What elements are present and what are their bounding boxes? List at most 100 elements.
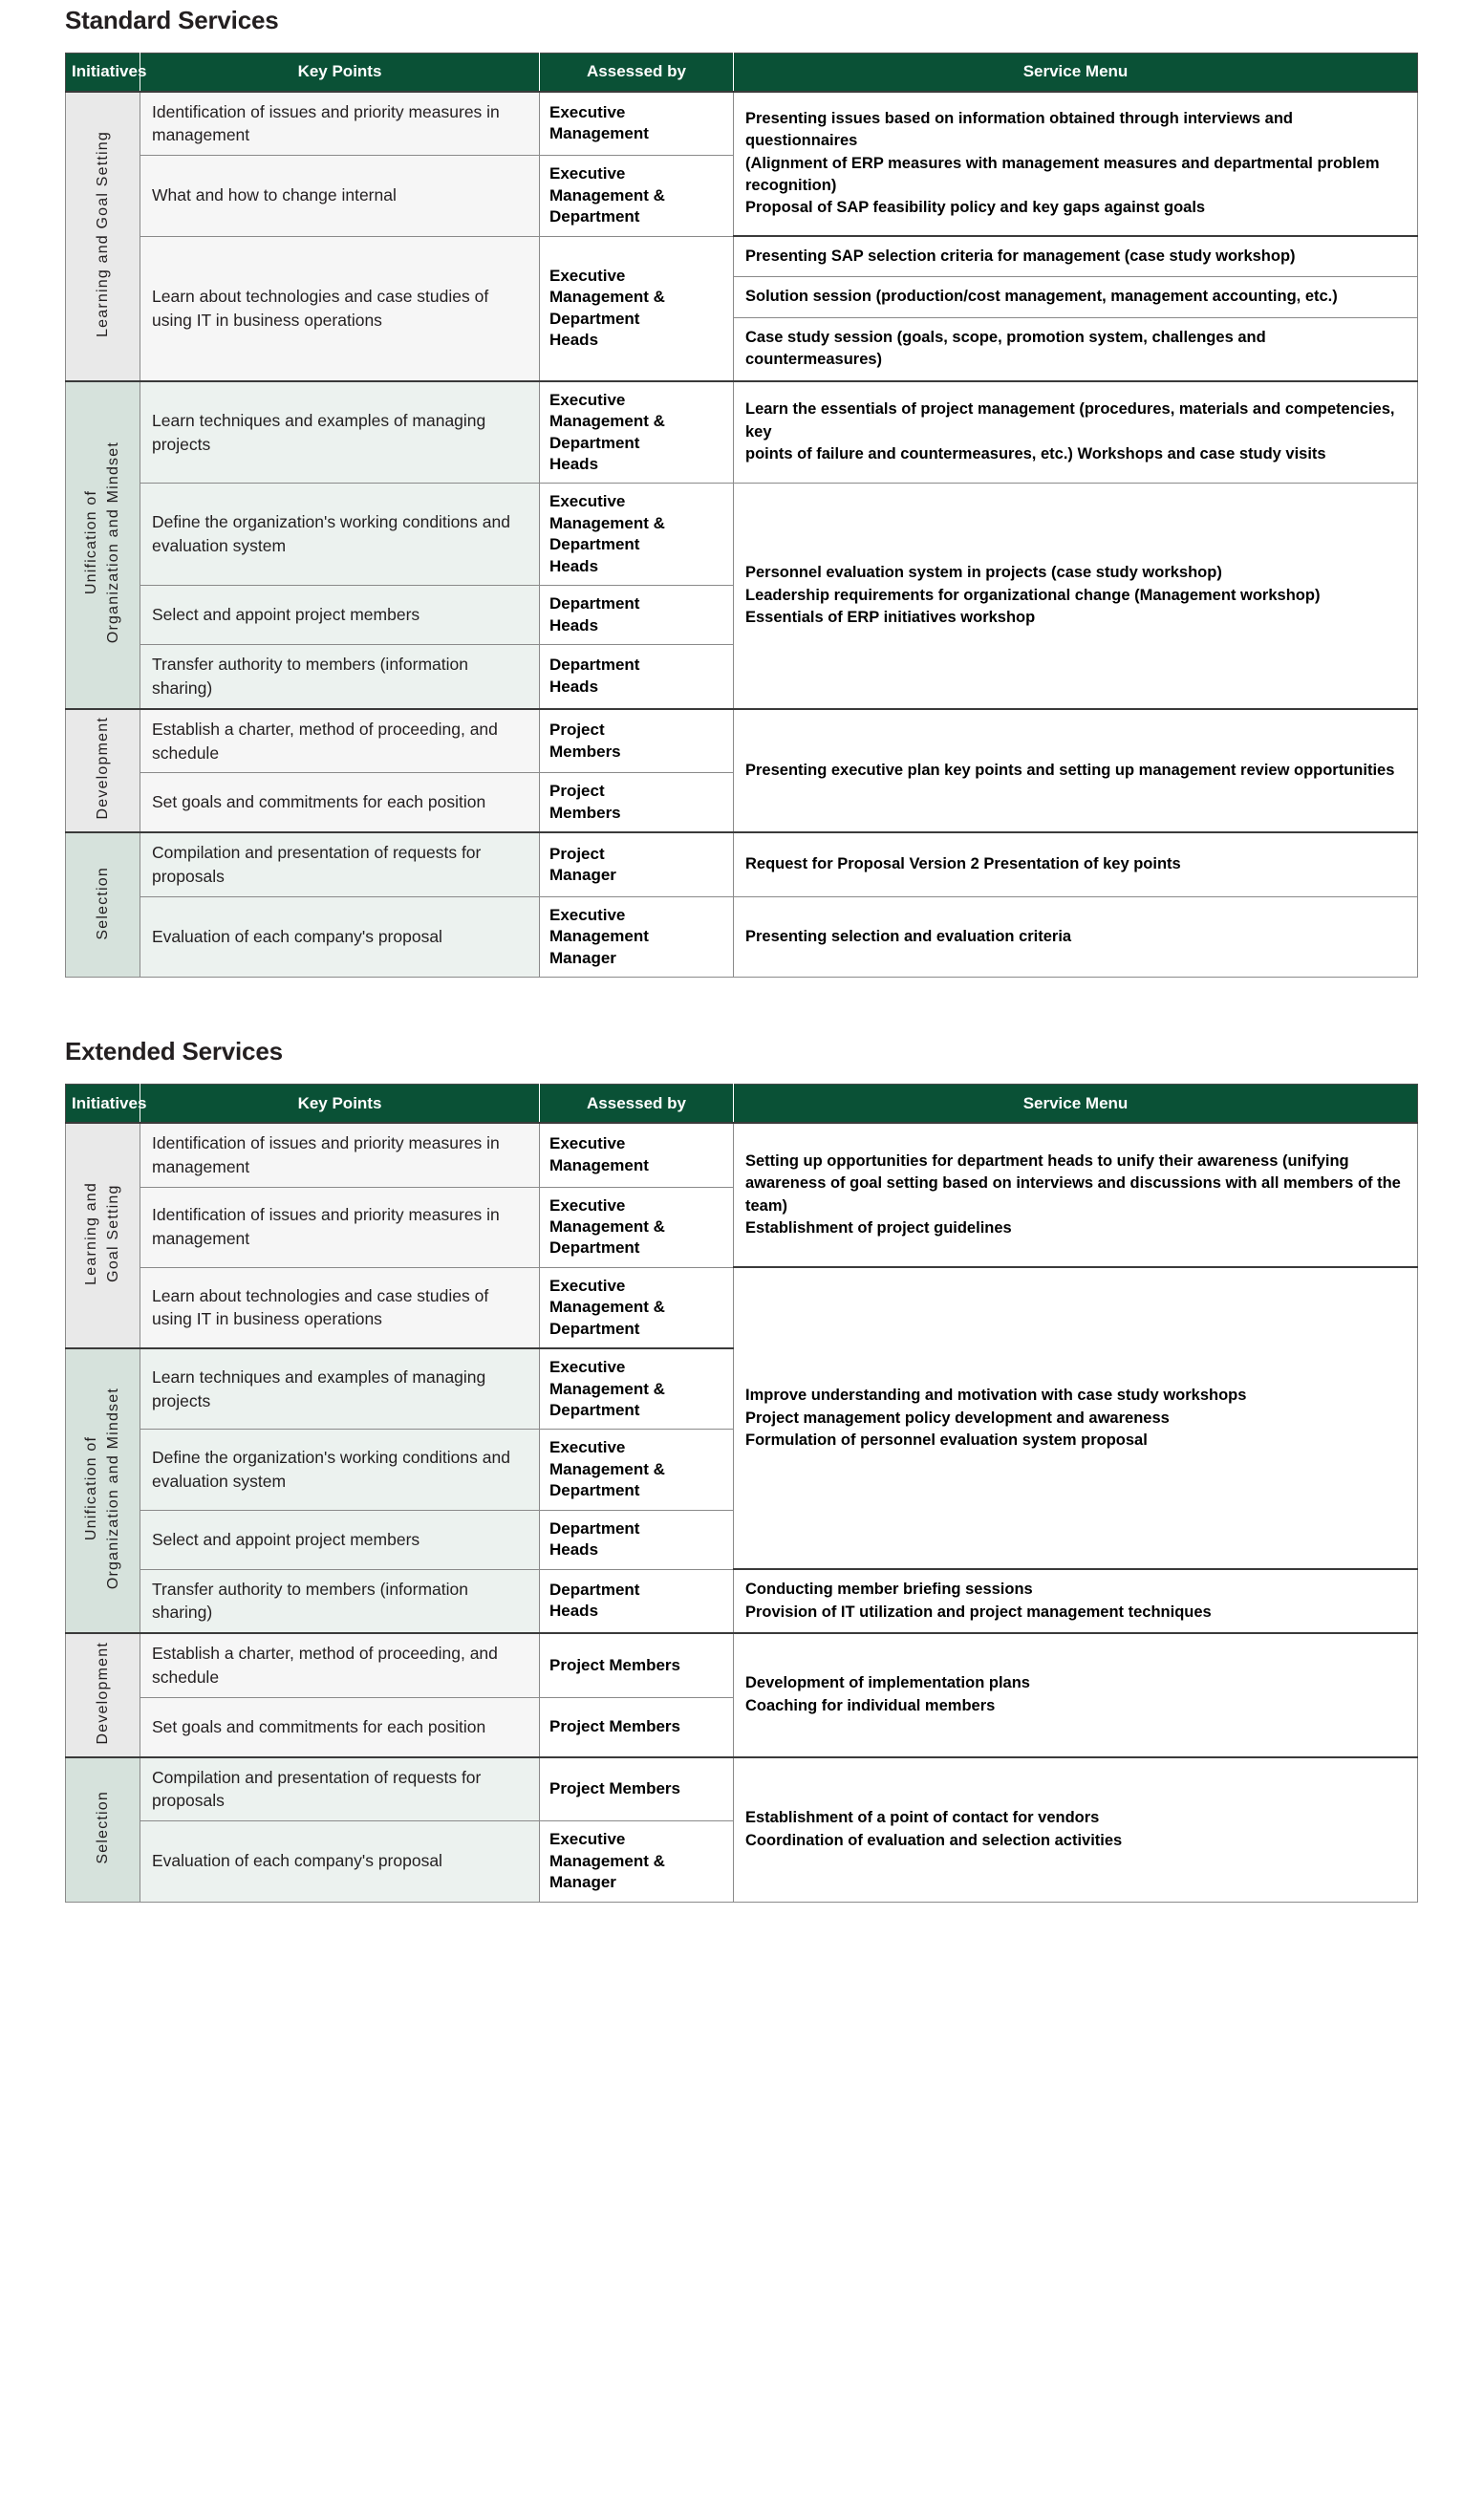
assessed-by-cell: Executive Management & Department [539, 1429, 734, 1511]
assessed-by-cell: Executive Management & Manager [539, 1820, 734, 1903]
key-points-cell: Compilation and presentation of requests… [140, 1755, 540, 1822]
table-header: Initiatives Key Points Assessed by Servi… [65, 53, 1418, 92]
header-row: Initiatives Key Points Assessed by Servi… [65, 53, 1418, 92]
table-row: Selection Compilation and presentation o… [65, 831, 1418, 979]
column-header-assessed-by: Assessed by [539, 53, 734, 92]
initiative-cell: Selection [65, 1755, 140, 1903]
assessed-by-cell: Executive Management & Department [539, 1347, 734, 1431]
assessed-by-cell: Project Manager [539, 831, 734, 898]
key-points-cell: Select and appoint project members [140, 585, 540, 646]
key-points-cell: Learn techniques and examples of managin… [140, 379, 540, 484]
key-points-cell: Establish a charter, method of proceedin… [140, 1632, 540, 1699]
column-header-service-menu: Service Menu [733, 53, 1418, 92]
service-menu-cell: Development of implementation plans Coac… [733, 1632, 1418, 1758]
assessed-by-cell: Department Heads [539, 1509, 734, 1570]
assessed-by-cell: Executive Management & Department [539, 155, 734, 237]
service-menu-cell: Presenting issues based on information o… [733, 90, 1418, 237]
key-points-cell: What and how to change internal [140, 155, 540, 237]
service-menu-cell: Case study session (goals, scope, promot… [733, 316, 1418, 382]
service-menu-cell: Personnel evaluation system in projects … [733, 483, 1418, 710]
table-row: Development Establish a charter, method … [65, 1632, 1418, 1758]
service-menu-cell: Conducting member briefing sessions Prov… [733, 1568, 1418, 1634]
assessed-by-cell: Project Members [539, 772, 734, 833]
column-header-initiatives: Initiatives [65, 1084, 146, 1123]
assessed-by-cell: Project Members [539, 707, 734, 774]
key-points-cell: Compilation and presentation of requests… [140, 831, 540, 898]
column-header-assessed-by: Assessed by [539, 1084, 734, 1123]
key-points-cell: Evaluation of each company's proposal [140, 1820, 540, 1903]
key-points-cell: Set goals and commitments for each posit… [140, 1697, 540, 1757]
service-menu-cell: Learn the essentials of project manageme… [733, 379, 1418, 484]
assessed-by-cell: Executive Management Manager [539, 895, 734, 979]
assessed-by-cell: Executive Management & Department [539, 1186, 734, 1268]
table-header: Initiatives Key Points Assessed by Servi… [65, 1084, 1418, 1123]
assessed-by-cell: Executive Management [539, 1121, 734, 1188]
assessed-by-cell: Executive Management & Department [539, 1266, 734, 1349]
extended-services-section: Extended Services Initiatives Key Points… [0, 978, 1484, 1903]
services-page: Standard Services Initiatives Key Points… [0, 0, 1484, 1952]
table-row: Selection Compilation and presentation o… [65, 1755, 1418, 1903]
table-row: Transfer authority to members (informati… [66, 1568, 1418, 1634]
key-points-cell: Define the organization's working condit… [140, 1429, 540, 1511]
extended-services-table: Initiatives Key Points Assessed by Servi… [65, 1084, 1418, 1903]
header-row: Initiatives Key Points Assessed by Servi… [65, 1084, 1418, 1123]
service-menu-cell: Presenting selection and evaluation crit… [733, 895, 1418, 979]
table-row: Learning and Goal Setting Identification… [65, 90, 1418, 382]
initiative-cell: Learning and Goal Setting [65, 90, 140, 382]
assessed-by-cell: Department Heads [539, 1568, 734, 1634]
standard-services-title: Standard Services [65, 6, 279, 34]
standard-services-body: Learning and Goal Setting Identification… [65, 90, 1418, 979]
service-menu-cell: Setting up opportunities for department … [733, 1121, 1418, 1268]
key-points-cell: Identification of issues and priority me… [140, 1121, 540, 1188]
initiative-cell: Learning and Goal Setting [65, 1121, 140, 1349]
assessed-by-cell: Executive Management & Department Heads [539, 483, 734, 587]
key-points-cell: Identification of issues and priority me… [140, 1186, 540, 1268]
initiative-cell: Unification of Organization and Mindset [65, 379, 140, 710]
key-points-cell: Set goals and commitments for each posit… [140, 772, 540, 833]
table-row: Unification of Organization and Mindset … [65, 379, 1418, 710]
key-points-cell: Learn about technologies and case studie… [140, 235, 540, 382]
key-points-cell: Establish a charter, method of proceedin… [140, 707, 540, 774]
assessed-by-cell: Project Members [539, 1632, 734, 1699]
assessed-by-cell: Executive Management & Department Heads [539, 379, 734, 484]
key-points-cell: Evaluation of each company's proposal [140, 895, 540, 979]
table-row: Development Establish a charter, method … [65, 707, 1418, 833]
table-row: Learning and Goal Setting Identification… [65, 1121, 1418, 1349]
extended-services-body: Learning and Goal Setting Identification… [65, 1121, 1418, 1903]
column-header-key-points: Key Points [140, 1084, 540, 1123]
assessed-by-cell: Department Heads [539, 585, 734, 646]
initiative-cell: Selection [65, 831, 140, 979]
key-points-cell: Define the organization's working condit… [140, 483, 540, 587]
extended-services-title: Extended Services [65, 1037, 283, 1066]
assessed-by-cell: Executive Management [539, 90, 734, 157]
service-menu-cell: Presenting SAP selection criteria for ma… [733, 235, 1418, 278]
table-row: Evaluation of each company's proposal Ex… [66, 895, 1418, 979]
service-menu-cell: Solution session (production/cost manage… [733, 276, 1418, 318]
table-row: Learn about technologies and case studie… [66, 1266, 1418, 1570]
column-header-initiatives: Initiatives [65, 53, 146, 92]
table-row: Learn about technologies and case studie… [66, 235, 1418, 382]
assessed-by-cell: Project Members [539, 1755, 734, 1822]
key-points-cell: Learn about technologies and case studie… [140, 1266, 540, 1349]
key-points-cell: Identification of issues and priority me… [140, 90, 540, 157]
service-menu-cell: Presenting executive plan key points and… [733, 707, 1418, 833]
column-header-key-points: Key Points [140, 53, 540, 92]
standard-services-section: Standard Services Initiatives Key Points… [0, 0, 1484, 979]
table-row: Define the organization's working condit… [66, 483, 1418, 710]
column-header-service-menu: Service Menu [733, 1084, 1418, 1123]
key-points-cell: Transfer authority to members (informati… [140, 644, 540, 710]
initiative-cell: Development [65, 707, 140, 833]
assessed-by-cell: Project Members [539, 1697, 734, 1757]
page-bottom-spacer [0, 1903, 1484, 1952]
key-points-cell: Learn techniques and examples of managin… [140, 1347, 540, 1431]
assessed-by-cell: Department Heads [539, 644, 734, 710]
standard-services-table: Initiatives Key Points Assessed by Servi… [65, 53, 1418, 979]
key-points-cell: Select and appoint project members [140, 1509, 540, 1570]
assessed-by-cell: Executive Management & Department Heads [539, 235, 734, 382]
service-menu-cell: Establishment of a point of contact for … [733, 1755, 1418, 1903]
initiative-cell: Unification of Organization and Mindset [65, 1347, 140, 1634]
key-points-cell: Transfer authority to members (informati… [140, 1568, 540, 1634]
initiative-cell: Development [65, 1632, 140, 1758]
service-menu-cell: Improve understanding and motivation wit… [733, 1266, 1418, 1570]
service-menu-cell: Request for Proposal Version 2 Presentat… [733, 831, 1418, 898]
